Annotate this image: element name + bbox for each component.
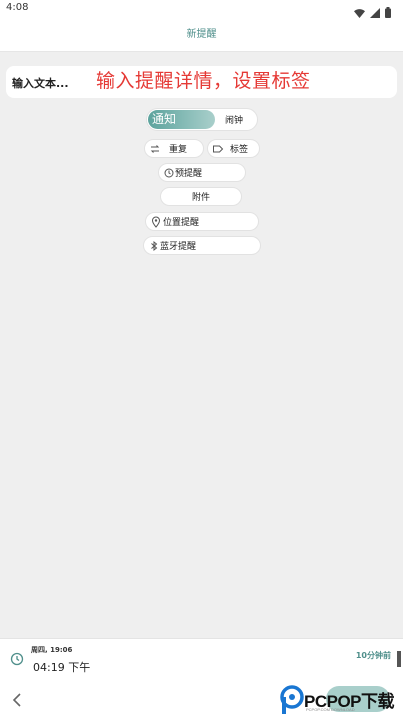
attachment-label: 附件: [192, 193, 211, 203]
pre-reminder-button[interactable]: 预提醒: [158, 163, 246, 182]
pre-reminder-label: 预提醒: [175, 169, 203, 179]
clock-icon: [10, 651, 24, 670]
chevron-left-icon: [12, 693, 21, 707]
reminder-type-toggle[interactable]: 通知 闹钟: [146, 108, 258, 131]
watermark-subtext: PCPOP.COM DOWNLOAD: [306, 707, 355, 712]
location-reminder-button[interactable]: 位置提醒: [145, 212, 259, 231]
attachment-button[interactable]: 附件: [160, 187, 242, 206]
location-reminder-label: 位置提醒: [163, 218, 200, 228]
bluetooth-reminder-label: 蓝牙提醒: [160, 242, 197, 252]
bluetooth-icon: [148, 240, 160, 252]
tag-icon: [212, 143, 224, 155]
repeat-button[interactable]: 重复: [144, 139, 204, 158]
offset-handle: [397, 651, 401, 667]
tag-button[interactable]: 标签: [207, 139, 260, 158]
repeat-label: 重复: [169, 145, 188, 155]
watermark-p-icon: [280, 685, 304, 714]
annotation-text: 输入提醒详情，设置标签: [96, 70, 311, 92]
schedule-panel[interactable]: 周四, 19:06 04:19 下午 10分钟前: [0, 638, 403, 680]
location-pin-icon: [150, 216, 162, 228]
pre-reminder-offset[interactable]: 10分钟前: [356, 650, 391, 661]
watermark-logo: PCPOP下载 PCPOP.COM DOWNLOAD: [280, 684, 402, 720]
history-icon: [163, 167, 175, 179]
toggle-option-alarm[interactable]: 闹钟: [225, 113, 243, 126]
tag-label: 标签: [230, 145, 249, 155]
repeat-icon: [149, 143, 161, 155]
status-bar: 4:08: [0, 0, 403, 18]
status-time: 4:08: [6, 2, 29, 13]
toggle-option-notification[interactable]: 通知: [148, 110, 215, 129]
page-title: 新提醒: [186, 29, 217, 40]
back-button[interactable]: [8, 688, 28, 712]
schedule-date[interactable]: 周四, 19:06: [31, 645, 72, 655]
bluetooth-reminder-button[interactable]: 蓝牙提醒: [143, 236, 261, 255]
app-bar: 新提醒: [0, 18, 403, 52]
schedule-time[interactable]: 04:19 下午: [33, 659, 90, 675]
reminder-text-input[interactable]: [12, 76, 102, 89]
